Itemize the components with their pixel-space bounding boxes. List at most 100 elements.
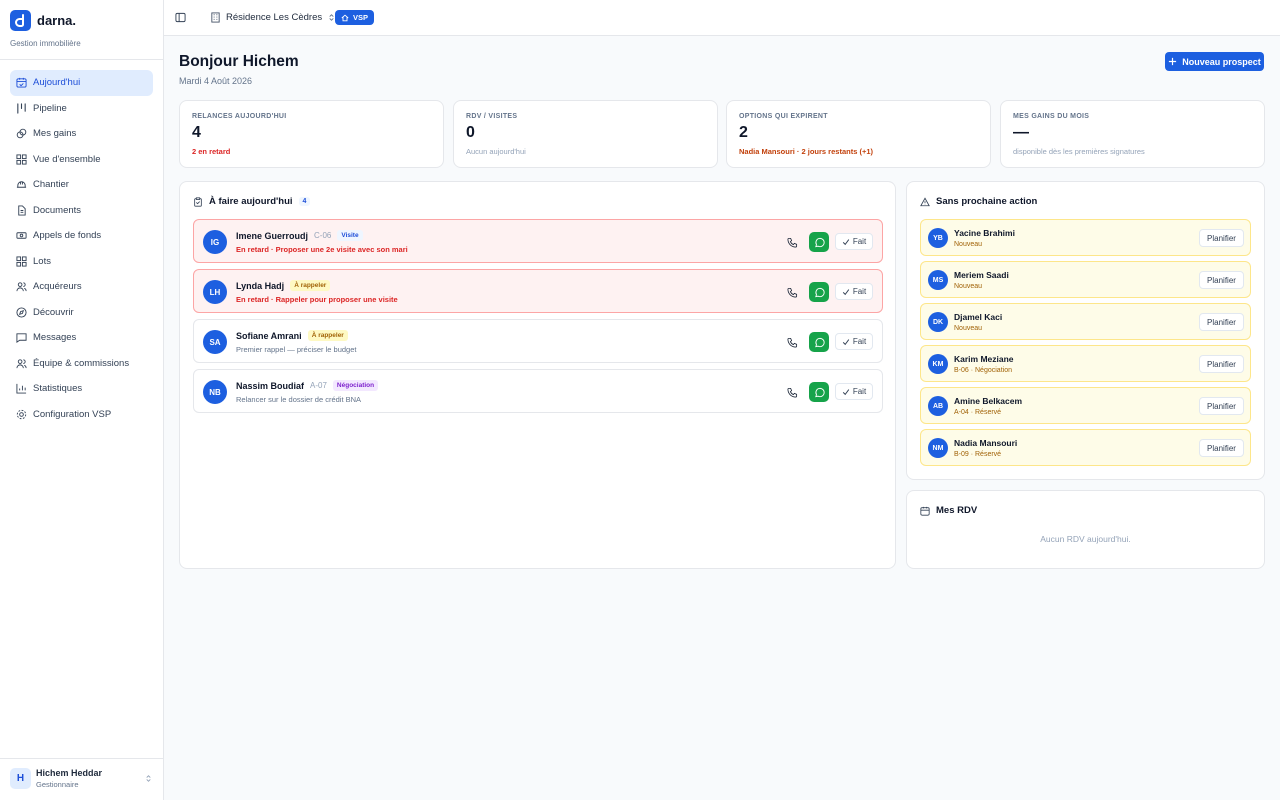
sidebar-item-label: Vue d'ensemble bbox=[33, 153, 101, 165]
helmet-icon bbox=[16, 181, 27, 188]
whatsapp-icon bbox=[814, 287, 825, 297]
sidebar-item-acquereurs[interactable]: Acquéreurs bbox=[10, 274, 153, 300]
done-label: Fait bbox=[852, 237, 867, 246]
sidebar-item-label: Messages bbox=[33, 332, 77, 344]
vsp-badge[interactable]: VSP bbox=[335, 10, 375, 25]
status-badge: À rappeler bbox=[290, 280, 331, 291]
sidebar-item-aujourdhui[interactable]: Aujourd'hui bbox=[10, 70, 153, 96]
rdv-title-label: Mes RDV bbox=[936, 505, 978, 516]
lead-row[interactable]: YB Yacine Brahimi Nouveau Planifier bbox=[920, 219, 1251, 256]
done-button[interactable]: Fait bbox=[835, 333, 873, 350]
plan-button[interactable]: Planifier bbox=[1199, 397, 1244, 415]
plan-button[interactable]: Planifier bbox=[1199, 271, 1244, 289]
lead-row[interactable]: NM Nadia Mansouri B-09 · Réservé Planifi… bbox=[920, 429, 1251, 466]
plan-button[interactable]: Planifier bbox=[1199, 439, 1244, 457]
whatsapp-button[interactable] bbox=[809, 332, 829, 352]
avatar: MS bbox=[928, 270, 948, 290]
stat-label: MES GAINS DU MOIS bbox=[1013, 113, 1090, 120]
rdv-title: Mes RDV bbox=[920, 505, 977, 516]
sidebar-item-label: Mes gains bbox=[33, 128, 77, 140]
brand-subtitle: Gestion immobilière bbox=[10, 39, 81, 48]
plan-button[interactable]: Planifier bbox=[1199, 355, 1244, 373]
done-button[interactable]: Fait bbox=[835, 383, 873, 400]
lead-status: Nouveau bbox=[954, 283, 983, 290]
user-menu[interactable]: H Hichem Heddar Gestionnaire bbox=[10, 768, 153, 789]
task-name: Lynda Hadj bbox=[236, 280, 285, 291]
rdv-panel: Mes RDV Aucun RDV aujourd'hui. bbox=[906, 490, 1265, 569]
residence-selector[interactable]: Résidence Les Cèdres bbox=[210, 12, 336, 23]
topbar: Résidence Les Cèdres VSP bbox=[164, 0, 1280, 36]
stat-card-rdv[interactable]: RDV / VISITES 0 Aucun aujourd'hui bbox=[453, 100, 718, 168]
stat-value: 2 bbox=[739, 124, 748, 141]
task-row[interactable]: NB Nassim Boudiaf A-07 Négociation Relan… bbox=[193, 369, 883, 413]
task-row[interactable]: LH Lynda Hadj À rappeler En retard · Rap… bbox=[193, 269, 883, 313]
task-lot: A-07 bbox=[310, 381, 327, 390]
sidebar-item-label: Chantier bbox=[33, 179, 69, 191]
residence-name: Résidence Les Cèdres bbox=[226, 12, 323, 23]
users-icon bbox=[16, 282, 27, 292]
whatsapp-button[interactable] bbox=[809, 232, 829, 252]
sidebar-item-mes-gains[interactable]: Mes gains bbox=[10, 121, 153, 147]
done-button[interactable]: Fait bbox=[835, 283, 873, 300]
phone-icon bbox=[787, 287, 797, 297]
call-button[interactable] bbox=[782, 232, 802, 252]
call-button[interactable] bbox=[782, 382, 802, 402]
call-button[interactable] bbox=[782, 332, 802, 352]
task-row[interactable]: SA Sofiane Amrani À rappeler Premier rap… bbox=[193, 319, 883, 363]
sidebar-toggle-button[interactable] bbox=[175, 12, 186, 23]
phone-icon bbox=[787, 387, 797, 397]
stat-value: — bbox=[1013, 124, 1029, 141]
avatar: IG bbox=[203, 230, 227, 254]
sidebar-item-equipe-commissions[interactable]: Équipe & commissions bbox=[10, 351, 153, 377]
sidebar-item-statistiques[interactable]: Statistiques bbox=[10, 376, 153, 402]
sidebar-item-documents[interactable]: Documents bbox=[10, 198, 153, 224]
home-icon bbox=[341, 14, 349, 21]
lead-status: B-09 · Réservé bbox=[954, 451, 1002, 458]
sidebar-item-chantier[interactable]: Chantier bbox=[10, 172, 153, 198]
coins-icon bbox=[16, 128, 27, 139]
done-button[interactable]: Fait bbox=[835, 233, 873, 250]
sidebar: darna. Gestion immobilière Aujourd'hui P… bbox=[0, 0, 164, 800]
task-row[interactable]: IG Imene Guerroudj C-06 Visite En retard… bbox=[193, 219, 883, 263]
lead-row[interactable]: MS Meriem Saadi Nouveau Planifier bbox=[920, 261, 1251, 298]
stat-card-options[interactable]: OPTIONS QUI EXPIRENT 2 Nadia Mansouri · … bbox=[726, 100, 991, 168]
sidebar-item-vue-ensemble[interactable]: Vue d'ensemble bbox=[10, 147, 153, 173]
vsp-label: VSP bbox=[353, 13, 369, 22]
sidebar-item-lots[interactable]: Lots bbox=[10, 249, 153, 275]
check-icon bbox=[842, 288, 850, 295]
sidebar-item-decouvrir[interactable]: Découvrir bbox=[10, 300, 153, 326]
sidebar-item-label: Découvrir bbox=[33, 306, 74, 318]
sidebar-item-appels-de-fonds[interactable]: Appels de fonds bbox=[10, 223, 153, 249]
lead-row[interactable]: AB Amine Belkacem A-04 · Réservé Planifi… bbox=[920, 387, 1251, 424]
divider bbox=[0, 59, 163, 60]
todo-title: À faire aujourd'hui 4 bbox=[193, 196, 311, 207]
brand[interactable]: darna. bbox=[10, 10, 76, 31]
sidebar-item-messages[interactable]: Messages bbox=[10, 325, 153, 351]
lead-status: A-04 · Réservé bbox=[954, 409, 1002, 416]
whatsapp-button[interactable] bbox=[809, 282, 829, 302]
status-badge: Visite bbox=[337, 230, 363, 241]
call-button[interactable] bbox=[782, 282, 802, 302]
banknote-icon bbox=[16, 232, 27, 239]
plan-button[interactable]: Planifier bbox=[1199, 313, 1244, 331]
avatar: SA bbox=[203, 330, 227, 354]
stat-value: 4 bbox=[192, 124, 201, 141]
plus-icon bbox=[1169, 57, 1177, 66]
stat-card-gains[interactable]: MES GAINS DU MOIS — disponible dès les p… bbox=[1000, 100, 1265, 168]
avatar: AB bbox=[928, 396, 948, 416]
lead-row[interactable]: DK Djamel Kaci Nouveau Planifier bbox=[920, 303, 1251, 340]
plan-button[interactable]: Planifier bbox=[1199, 229, 1244, 247]
sidebar-item-pipeline[interactable]: Pipeline bbox=[10, 96, 153, 122]
lead-row[interactable]: KM Karim Meziane B-06 · Négociation Plan… bbox=[920, 345, 1251, 382]
new-prospect-button[interactable]: Nouveau prospect bbox=[1165, 52, 1264, 71]
avatar: LH bbox=[203, 280, 227, 304]
sidebar-item-configuration-vsp[interactable]: Configuration VSP bbox=[10, 402, 153, 428]
whatsapp-button[interactable] bbox=[809, 382, 829, 402]
warning-icon bbox=[920, 196, 930, 206]
stat-card-relances[interactable]: RELANCES AUJOURD'HUI 4 2 en retard bbox=[179, 100, 444, 168]
done-label: Fait bbox=[852, 337, 867, 346]
stat-sub: Aucun aujourd'hui bbox=[466, 147, 526, 156]
page-date: Mardi 4 Août 2026 bbox=[179, 76, 253, 86]
phone-icon bbox=[787, 337, 797, 347]
check-icon bbox=[842, 338, 850, 345]
